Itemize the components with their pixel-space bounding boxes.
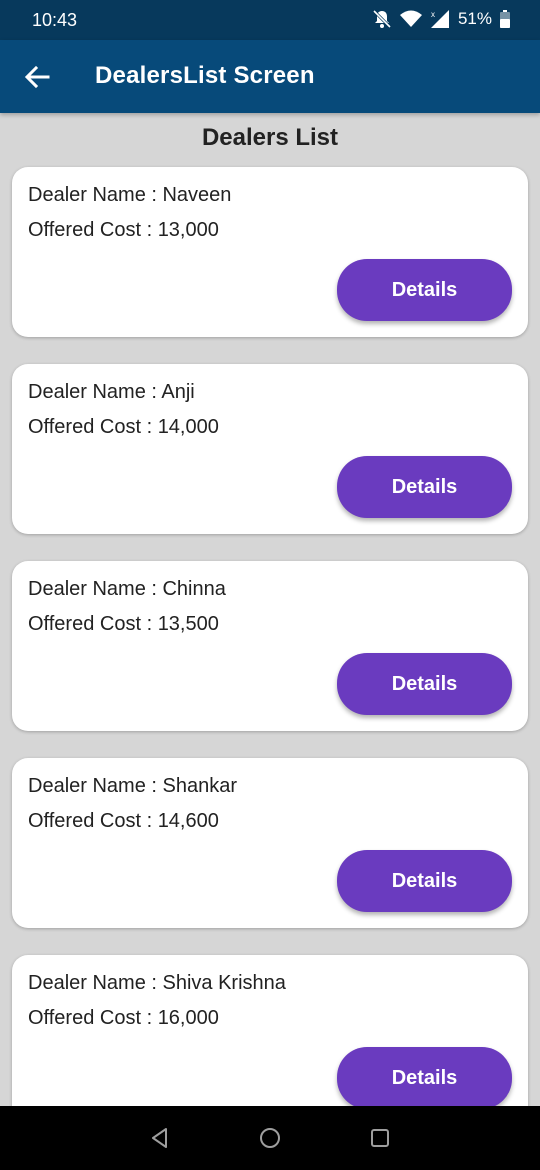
app-bar: DealersList Screen <box>0 40 540 113</box>
offered-cost: Offered Cost : 13,500 <box>28 613 219 635</box>
dealer-card: Dealer Name : Naveen Offered Cost : 13,0… <box>12 167 528 337</box>
wifi-icon <box>399 10 422 28</box>
signal-icon: x <box>430 9 450 29</box>
dealer-name: Dealer Name : Anji <box>28 381 195 403</box>
dealer-card: Dealer Name : Chinna Offered Cost : 13,5… <box>12 561 528 731</box>
back-triangle-icon[interactable] <box>148 1126 172 1150</box>
details-button[interactable]: Details <box>337 850 512 912</box>
dealer-card: Dealer Name : Shiva Krishna Offered Cost… <box>12 955 528 1125</box>
dealer-name: Dealer Name : Naveen <box>28 184 232 206</box>
details-button[interactable]: Details <box>337 653 512 715</box>
battery-percent: 51% <box>457 9 492 28</box>
status-time: 10:43 <box>32 10 78 30</box>
svg-text:x: x <box>431 10 435 19</box>
dealers-list: Dealer Name : Naveen Offered Cost : 13,0… <box>12 167 528 1152</box>
status-icons: x 51% <box>372 9 510 29</box>
battery-icon <box>500 10 510 28</box>
status-bar: 10:43 x 51% <box>0 0 540 40</box>
offered-cost: Offered Cost : 14,000 <box>28 416 219 438</box>
system-nav-bar <box>0 1106 540 1170</box>
page-heading: Dealers List <box>201 124 339 151</box>
app-title: DealersList Screen <box>95 62 315 89</box>
offered-cost: Offered Cost : 13,000 <box>28 219 219 241</box>
dealer-card: Dealer Name : Shankar Offered Cost : 14,… <box>12 758 528 928</box>
dealer-name: Dealer Name : Shiva Krishna <box>28 972 286 994</box>
home-circle-icon[interactable] <box>258 1126 282 1150</box>
dealer-name: Dealer Name : Shankar <box>28 775 237 797</box>
arrow-left-icon[interactable] <box>22 62 52 92</box>
dealer-card: Dealer Name : Anji Offered Cost : 14,000… <box>12 364 528 534</box>
offered-cost: Offered Cost : 14,600 <box>28 810 219 832</box>
offered-cost: Offered Cost : 16,000 <box>28 1007 219 1029</box>
details-button[interactable]: Details <box>337 456 512 518</box>
recents-square-icon[interactable] <box>368 1126 392 1150</box>
details-button[interactable]: Details <box>337 259 512 321</box>
dealer-name: Dealer Name : Chinna <box>28 578 226 600</box>
details-button[interactable]: Details <box>337 1047 512 1109</box>
bell-off-icon <box>372 9 392 29</box>
